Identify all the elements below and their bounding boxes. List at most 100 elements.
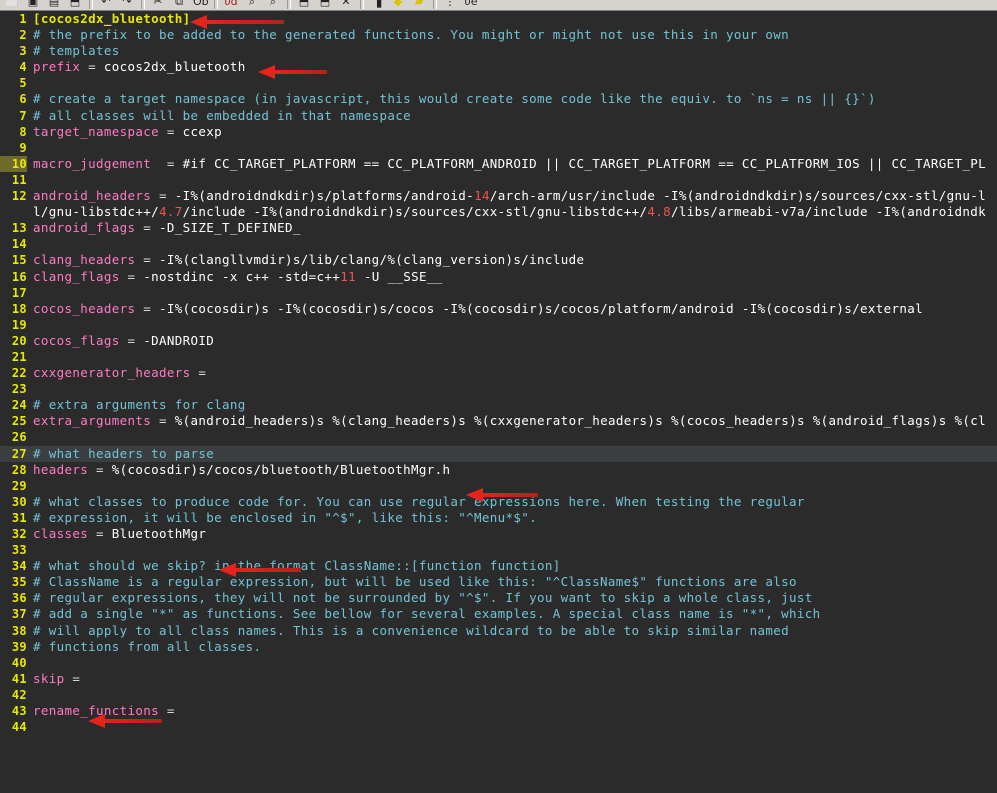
code-line[interactable]: 7 # all classes will be embedded in that … xyxy=(0,108,997,124)
line-number-5[interactable]: 5 xyxy=(0,75,27,91)
compare-icon[interactable]: ✕ xyxy=(336,0,356,10)
outdent-icon[interactable]: ⬒ xyxy=(315,0,335,10)
line-number-7[interactable]: 7 xyxy=(0,108,27,124)
line-number-3[interactable]: 3 xyxy=(0,43,27,59)
line-number-22[interactable]: 22 xyxy=(0,365,27,381)
line-number-2[interactable]: 2 xyxy=(0,27,27,43)
settings-icon[interactable]: ⋮ xyxy=(440,0,460,10)
paste-icon[interactable]: Ὄb xyxy=(190,0,210,10)
line-number-13[interactable]: 13 xyxy=(0,220,27,236)
line-number-4[interactable]: 4 xyxy=(0,59,27,75)
code-line[interactable]: 43 rename_functions = xyxy=(0,703,997,719)
line-number-29[interactable]: 29 xyxy=(0,478,27,494)
code-line[interactable]: 31 # expression, it will be enclosed in "… xyxy=(0,510,997,526)
line-number-33[interactable]: 33 xyxy=(0,542,27,558)
code-line[interactable]: 42 xyxy=(0,687,997,703)
code-line[interactable]: 44 xyxy=(0,719,997,735)
code-line[interactable]: 11 xyxy=(0,172,997,188)
line-number-8[interactable]: 8 xyxy=(0,124,27,140)
code-line[interactable]: 15 clang_headers = -I%(clangllvmdir)s/lib… xyxy=(0,252,997,268)
code-line[interactable]: 27 # what headers to parse xyxy=(0,445,997,462)
line-number-30[interactable]: 30 xyxy=(0,494,27,510)
macro-play-icon[interactable]: ▰ xyxy=(409,0,429,10)
code-line[interactable]: 16 clang_flags = -nostdinc -x c++ -std=c+… xyxy=(0,269,997,285)
code-line[interactable]: 41 skip = xyxy=(0,671,997,687)
line-number-19[interactable]: 19 xyxy=(0,317,27,333)
code-line[interactable]: 18 cocos_headers = -I%(cocosdir)s -I%(coc… xyxy=(0,301,997,317)
code-line[interactable]: 22 cxxgenerator_headers = xyxy=(0,365,997,381)
code-line[interactable]: 1 [cocos2dx_bluetooth] xyxy=(0,11,997,27)
code-line[interactable]: 23 xyxy=(0,381,997,397)
code-line[interactable]: 6 # create a target namespace (in javascr… xyxy=(0,91,997,107)
code-line[interactable]: 2 # the prefix to be added to the generat… xyxy=(0,27,997,43)
line-number-16[interactable]: 16 xyxy=(0,269,27,285)
code-line[interactable]: 19 xyxy=(0,317,997,333)
line-number-34[interactable]: 34 xyxy=(0,558,27,574)
line-number-28[interactable]: 28 xyxy=(0,462,27,478)
save-all-icon[interactable]: ⬒ xyxy=(65,0,85,10)
line-number-44[interactable]: 44 xyxy=(0,719,27,735)
code-line[interactable]: 21 xyxy=(0,349,997,365)
find-next-icon[interactable]: ⌕ xyxy=(242,0,262,10)
zoom-icon[interactable]: ὐe xyxy=(461,0,481,10)
open-folder-icon[interactable]: ▣ xyxy=(23,0,43,10)
code-line[interactable]: 34 # what should we skip? in the format C… xyxy=(0,558,997,574)
code-line[interactable]: 4 prefix = cocos2dx_bluetooth xyxy=(0,59,997,75)
line-number-14[interactable]: 14 xyxy=(0,236,27,252)
code-line[interactable]: 12 android_headers = -I%(androidndkdir)s/… xyxy=(0,188,997,204)
copy-icon[interactable]: ⧉ xyxy=(169,0,189,10)
code-line[interactable]: 30 # what classes to produce code for. Yo… xyxy=(0,494,997,510)
code-line[interactable]: 25 extra_arguments = %(android_headers)s … xyxy=(0,413,997,429)
replace-icon[interactable]: ⌕ xyxy=(263,0,283,10)
line-number-37[interactable]: 37 xyxy=(0,606,27,622)
code-line[interactable]: 13 android_flags = -D_SIZE_T_DEFINED_ xyxy=(0,220,997,236)
line-number-42[interactable]: 42 xyxy=(0,687,27,703)
line-number-31[interactable]: 31 xyxy=(0,510,27,526)
line-number-9[interactable]: 9 xyxy=(0,140,27,156)
line-number-18[interactable]: 18 xyxy=(0,301,27,317)
code-line[interactable]: 14 xyxy=(0,236,997,252)
code-line[interactable]: 38 # will apply to all class names. This … xyxy=(0,623,997,639)
line-number-12[interactable]: 12 xyxy=(0,188,27,204)
code-line[interactable]: 26 xyxy=(0,429,997,445)
code-line[interactable]: 32 classes = BluetoothMgr xyxy=(0,526,997,542)
line-number-25[interactable]: 25 xyxy=(0,413,27,429)
line-number-40[interactable]: 40 xyxy=(0,655,27,671)
line-number-6[interactable]: 6 xyxy=(0,91,27,107)
code-line[interactable]: 24 # extra arguments for clang xyxy=(0,397,997,413)
save-icon[interactable]: ▤ xyxy=(44,0,64,10)
line-number-38[interactable]: 38 xyxy=(0,623,27,639)
line-number-27[interactable]: 27 xyxy=(0,446,27,462)
code-line[interactable]: 20 cocos_flags = -DANDROID xyxy=(0,333,997,349)
line-number-20[interactable]: 20 xyxy=(0,333,27,349)
code-line[interactable]: 8 target_namespace = ccexp xyxy=(0,124,997,140)
code-line[interactable]: 40 xyxy=(0,655,997,671)
line-number-36[interactable]: 36 xyxy=(0,590,27,606)
line-number-15[interactable]: 15 xyxy=(0,252,27,268)
line-number-1[interactable]: 1 xyxy=(0,11,27,27)
cut-icon[interactable]: ✂ xyxy=(148,0,168,10)
line-number-11[interactable]: 11 xyxy=(0,172,27,188)
redo-icon[interactable]: ↷ xyxy=(117,0,137,10)
indent-icon[interactable]: ⬒ xyxy=(294,0,314,10)
code-line[interactable]: 35 # ClassName is a regular expression, b… xyxy=(0,574,997,590)
line-number-10[interactable]: 10 xyxy=(0,155,27,172)
line-number-32[interactable]: 32 xyxy=(0,526,27,542)
undo-icon[interactable]: ↶ xyxy=(96,0,116,10)
code-line[interactable]: 39 # functions from all classes. xyxy=(0,639,997,655)
code-line[interactable]: 37 # add a single "*" as functions. See b… xyxy=(0,606,997,622)
line-number-24[interactable]: 24 xyxy=(0,397,27,413)
find-icon[interactable]: ὐd xyxy=(221,0,241,10)
code-line[interactable]: 28 headers = %(cocosdir)s/cocos/bluetooth… xyxy=(0,462,997,478)
line-number-21[interactable]: 21 xyxy=(0,349,27,365)
code-line[interactable]: 36 # regular expressions, they will not b… xyxy=(0,590,997,606)
code-line[interactable]: 33 xyxy=(0,542,997,558)
line-number-41[interactable]: 41 xyxy=(0,671,27,687)
line-number-23[interactable]: 23 xyxy=(0,381,27,397)
code-line[interactable]: 3 # templates xyxy=(0,43,997,59)
line-number-26[interactable]: 26 xyxy=(0,429,27,445)
line-number-43[interactable]: 43 xyxy=(0,703,27,719)
code-line[interactable]: 17 xyxy=(0,285,997,301)
line-number-39[interactable]: 39 xyxy=(0,639,27,655)
code-editor-pane[interactable]: 1 [cocos2dx_bluetooth] 2 # the prefix to be… xyxy=(0,11,997,793)
